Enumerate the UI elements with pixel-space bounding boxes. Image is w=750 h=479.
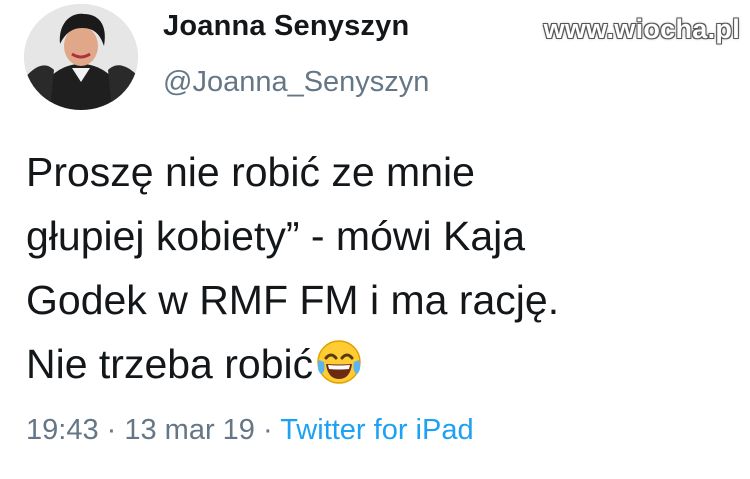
tweet-source-link[interactable]: Twitter for iPad — [280, 414, 473, 446]
tweet-time[interactable]: 19:43 — [26, 414, 99, 446]
tweet-meta: 19:43 · 13 mar 19 · Twitter for iPad — [26, 414, 474, 447]
tweet-date[interactable]: 13 mar 19 — [124, 414, 255, 446]
avatar-photo — [24, 4, 138, 110]
face-with-tears-of-joy-icon — [315, 338, 363, 386]
tweet-card: Joanna Senyszyn @Joanna_Senyszyn www.wio… — [0, 0, 750, 479]
tweet-text-line: Godek w RMF FM i ma rację. — [26, 277, 560, 323]
tweet-text-line: Nie trzeba robić — [26, 332, 736, 396]
site-watermark: www.wiocha.pl — [543, 14, 740, 44]
meta-separator: · — [98, 414, 125, 446]
meta-separator: · — [254, 414, 281, 446]
avatar[interactable] — [24, 4, 138, 110]
tweet-text-line: Proszę nie robić ze mnie — [26, 149, 475, 195]
author-display-name[interactable]: Joanna Senyszyn — [163, 10, 409, 43]
tweet-text: Proszę nie robić ze mnie głupiej kobiety… — [26, 140, 736, 396]
tweet-text-last-segment: Nie trzeba robić — [26, 341, 314, 387]
tweet-text-line: głupiej kobiety” - mówi Kaja — [26, 213, 526, 259]
author-handle[interactable]: @Joanna_Senyszyn — [163, 66, 429, 99]
